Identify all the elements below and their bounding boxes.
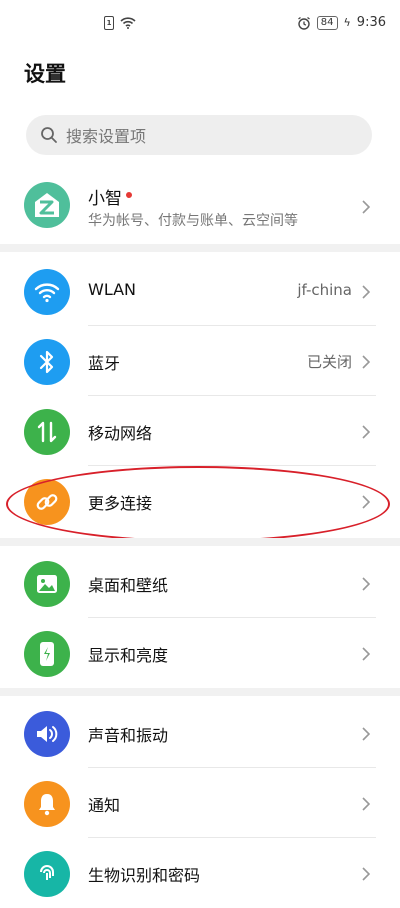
charging-icon: ϟ xyxy=(343,16,351,29)
battery-indicator: 84 xyxy=(316,15,338,30)
chevron-right-icon xyxy=(362,425,370,439)
bell-icon xyxy=(24,781,70,827)
clock: 9:36 xyxy=(356,15,386,30)
settings-item-display[interactable]: 显示和亮度 xyxy=(0,618,400,688)
settings-item-label: 通知 xyxy=(88,796,121,815)
chevron-right-icon xyxy=(362,577,370,591)
settings-item-more-connections[interactable]: 更多连接 xyxy=(0,466,400,536)
settings-item-label: 蓝牙 xyxy=(88,354,121,373)
chevron-right-icon xyxy=(362,727,370,741)
settings-item-label: 移动网络 xyxy=(88,424,153,443)
bluetooth-icon xyxy=(24,339,70,385)
account-subtitle: 华为帐号、付款与账单、云空间等 xyxy=(88,213,298,229)
mobile-data-icon xyxy=(24,409,70,455)
settings-item-label: 更多连接 xyxy=(88,494,153,513)
settings-item-mobile-network[interactable]: 移动网络 xyxy=(0,396,400,466)
settings-item-value: jf-china xyxy=(297,281,352,299)
chevron-right-icon xyxy=(362,200,370,214)
account-name-wrap: 小智 xyxy=(88,184,132,209)
section-divider xyxy=(0,688,400,696)
settings-item-sound[interactable]: 声音和振动 xyxy=(0,698,400,768)
status-right: 84 ϟ 9:36 xyxy=(297,15,386,30)
notification-dot xyxy=(126,192,132,198)
wallpaper-icon xyxy=(24,561,70,607)
chevron-right-icon xyxy=(362,355,370,369)
settings-item-bluetooth[interactable]: 蓝牙 已关闭 xyxy=(0,326,400,396)
settings-item-label: 桌面和壁纸 xyxy=(88,576,169,595)
section-divider xyxy=(0,538,400,546)
settings-item-wlan[interactable]: WLAN jf-china xyxy=(0,256,400,326)
search-icon xyxy=(41,127,57,143)
chevron-right-icon xyxy=(362,495,370,509)
settings-item-label: 声音和振动 xyxy=(88,726,169,745)
fingerprint-icon xyxy=(24,851,70,897)
chevron-right-icon xyxy=(362,797,370,811)
alarm-icon xyxy=(297,16,310,30)
link-icon xyxy=(24,479,70,525)
chevron-right-icon xyxy=(362,285,370,299)
status-bar: 1 84 ϟ 9:36 xyxy=(0,0,400,50)
settings-item-value: 已关闭 xyxy=(306,353,352,371)
settings-item-label: 显示和亮度 xyxy=(88,646,169,665)
settings-item-biometrics[interactable]: 生物识别和密码 xyxy=(0,838,400,908)
search-bar[interactable]: 搜索设置项 xyxy=(26,115,372,155)
status-left: 1 xyxy=(104,16,136,30)
page-title: 设置 xyxy=(24,62,66,86)
sound-icon xyxy=(24,711,70,757)
settings-item-label: 生物识别和密码 xyxy=(88,866,201,885)
chevron-right-icon xyxy=(362,867,370,881)
settings-item-label: WLAN xyxy=(88,280,137,299)
section-divider xyxy=(0,244,400,252)
account-name: 小智 xyxy=(88,189,122,209)
settings-item-notifications[interactable]: 通知 xyxy=(0,768,400,838)
wifi-status-icon xyxy=(120,17,136,29)
account-row[interactable]: 小智 华为帐号、付款与账单、云空间等 xyxy=(0,172,400,244)
avatar-logo-icon xyxy=(35,193,59,217)
wifi-icon xyxy=(24,269,70,315)
sim-icon: 1 xyxy=(104,16,114,30)
chevron-right-icon xyxy=(362,647,370,661)
settings-item-wallpaper[interactable]: 桌面和壁纸 xyxy=(0,548,400,618)
display-icon xyxy=(24,631,70,677)
avatar xyxy=(24,182,70,228)
search-placeholder: 搜索设置项 xyxy=(66,127,147,146)
